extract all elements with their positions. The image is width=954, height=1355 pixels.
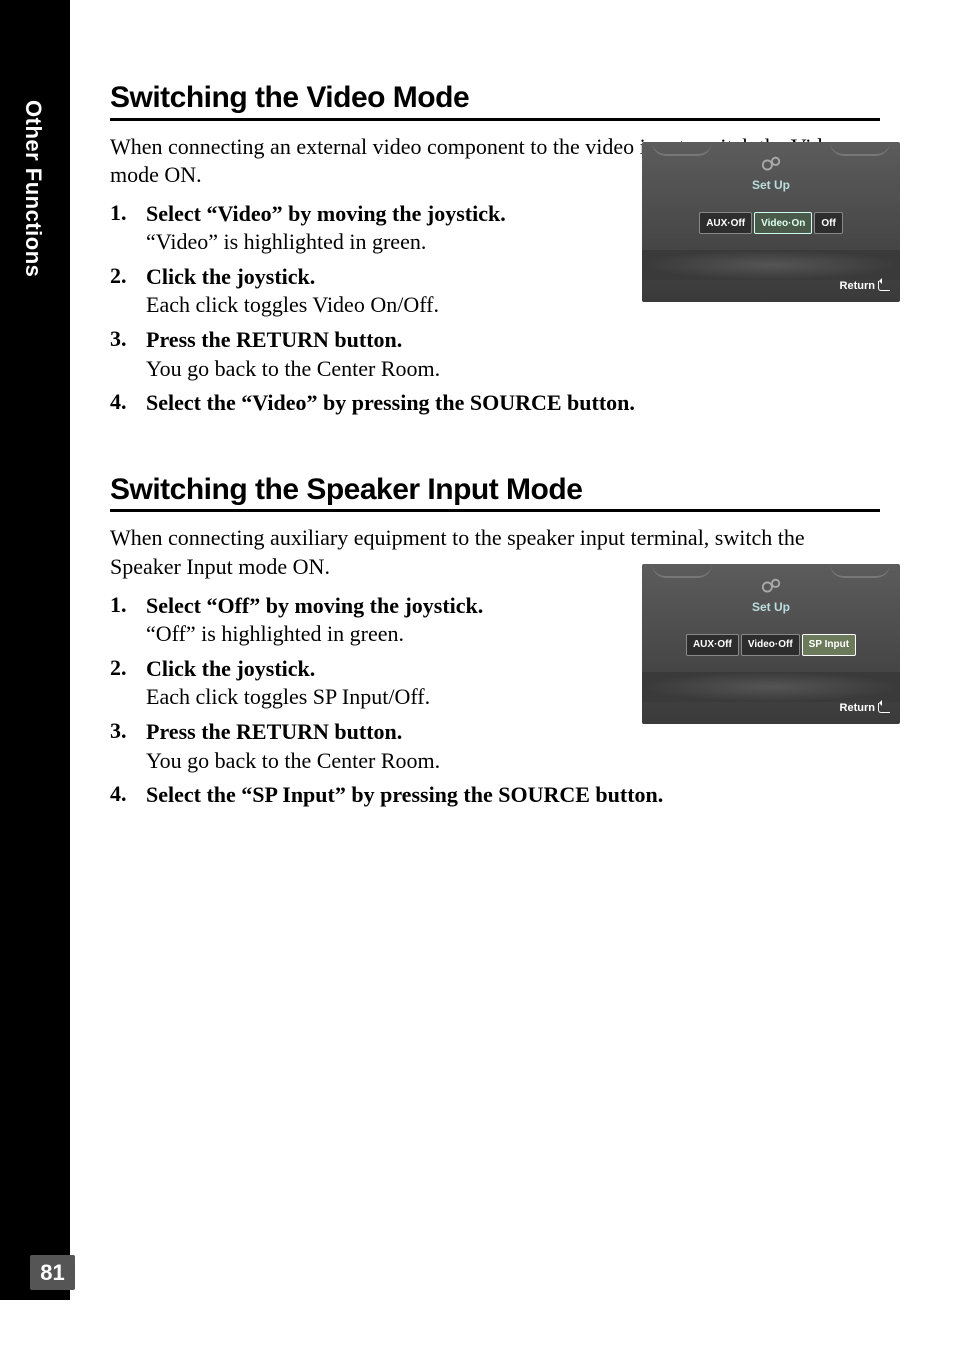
chip-off: Off <box>814 212 842 234</box>
step-head: Select the “SP Input” by pressing the SO… <box>146 781 870 810</box>
chip-video-on: Video·On <box>754 212 812 234</box>
screenshot-inner: Set Up AUX·Off Video·On Off Return <box>642 142 900 302</box>
section-gap <box>110 424 880 474</box>
screenshot-return: Return <box>840 280 890 292</box>
section-title: Switching the Speaker Input Mode <box>110 474 880 513</box>
step-head: Select the “Video” by pressing the SOURC… <box>146 389 870 418</box>
step-body: Select “Video” by moving the joystick. “… <box>146 200 600 257</box>
step-body: Press the RETURN button. You go back to … <box>146 718 600 775</box>
step-body: Select “Off” by moving the joystick. “Of… <box>146 592 600 649</box>
return-icon <box>878 281 890 291</box>
step-number: 3. <box>110 718 146 775</box>
step-body: Select the “Video” by pressing the SOURC… <box>146 389 870 418</box>
step-desc: Each click toggles SP Input/Off. <box>146 683 600 712</box>
step-head: Press the RETURN button. <box>146 326 600 355</box>
screenshot-floor <box>642 672 900 702</box>
page-number-badge: 81 <box>30 1255 75 1290</box>
step-head: Click the joystick. <box>146 655 600 684</box>
chip-aux-off: AUX·Off <box>699 212 752 234</box>
step-body: Press the RETURN button. You go back to … <box>146 326 600 383</box>
step-3: 3. Press the RETURN button. You go back … <box>110 718 600 775</box>
screenshot-chip-row: AUX·Off Video·On Off <box>642 212 900 234</box>
sidebar: Other Functions <box>0 0 70 1300</box>
step-body: Click the joystick. Each click toggles V… <box>146 263 600 320</box>
content-area: Switching the Video Mode When connecting… <box>110 82 880 816</box>
chip-aux-off: AUX·Off <box>686 634 739 656</box>
step-number: 1. <box>110 200 146 257</box>
step-desc: You go back to the Center Room. <box>146 355 600 384</box>
gear-icon <box>756 154 786 176</box>
chip-video-off: Video·Off <box>741 634 800 656</box>
step-body: Click the joystick. Each click toggles S… <box>146 655 600 712</box>
step-1: 1. Select “Off” by moving the joystick. … <box>110 592 600 649</box>
section-video-mode: Switching the Video Mode When connecting… <box>110 82 880 418</box>
step-2: 2. Click the joystick. Each click toggle… <box>110 263 600 320</box>
steps-list: 1. Select “Off” by moving the joystick. … <box>110 592 600 810</box>
step-4: 4. Select the “SP Input” by pressing the… <box>110 781 870 810</box>
screenshot-title: Set Up <box>642 600 900 614</box>
screenshot-inner: Set Up AUX·Off Video·Off SP Input Return <box>642 564 900 724</box>
steps-list: 1. Select “Video” by moving the joystick… <box>110 200 600 418</box>
screenshot-return: Return <box>840 702 890 714</box>
sidebar-label: Other Functions <box>20 100 46 277</box>
page-number: 81 <box>40 1260 64 1286</box>
step-number: 4. <box>110 389 146 418</box>
screenshot-chip-row: AUX·Off Video·Off SP Input <box>642 634 900 656</box>
step-1: 1. Select “Video” by moving the joystick… <box>110 200 600 257</box>
step-number: 3. <box>110 326 146 383</box>
return-label: Return <box>840 702 875 714</box>
return-icon <box>878 703 890 713</box>
screenshot-floor <box>642 250 900 280</box>
step-head: Press the RETURN button. <box>146 718 600 747</box>
step-number: 1. <box>110 592 146 649</box>
step-number: 4. <box>110 781 146 810</box>
step-2: 2. Click the joystick. Each click toggle… <box>110 655 600 712</box>
return-label: Return <box>840 280 875 292</box>
step-body: Select the “SP Input” by pressing the SO… <box>146 781 870 810</box>
screenshot-setup-video: Set Up AUX·Off Video·On Off Return <box>642 142 900 302</box>
screenshot-title: Set Up <box>642 178 900 192</box>
step-3: 3. Press the RETURN button. You go back … <box>110 326 600 383</box>
section-speaker-input-mode: Switching the Speaker Input Mode When co… <box>110 474 880 810</box>
step-desc: Each click toggles Video On/Off. <box>146 291 600 320</box>
step-4: 4. Select the “Video” by pressing the SO… <box>110 389 870 418</box>
step-desc: “Video” is highlighted in green. <box>146 228 600 257</box>
screenshot-setup-spinput: Set Up AUX·Off Video·Off SP Input Return <box>642 564 900 724</box>
page: Other Functions 81 Switching the Video M… <box>0 0 954 1355</box>
step-head: Select “Off” by moving the joystick. <box>146 592 600 621</box>
chip-sp-input: SP Input <box>802 634 856 656</box>
step-number: 2. <box>110 263 146 320</box>
section-title: Switching the Video Mode <box>110 82 880 121</box>
step-head: Select “Video” by moving the joystick. <box>146 200 600 229</box>
step-head: Click the joystick. <box>146 263 600 292</box>
step-desc: “Off” is highlighted in green. <box>146 620 600 649</box>
gear-icon <box>756 576 786 598</box>
step-number: 2. <box>110 655 146 712</box>
step-desc: You go back to the Center Room. <box>146 747 600 776</box>
